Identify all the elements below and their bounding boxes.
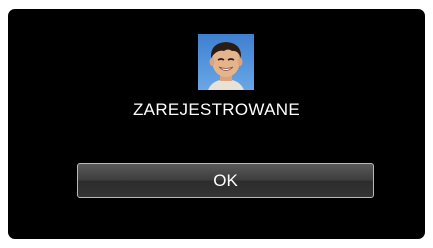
- registration-message: ZAREJESTROWANE: [133, 100, 300, 119]
- ok-button-label: OK: [213, 170, 238, 190]
- ok-button[interactable]: OK: [77, 163, 374, 198]
- camera-screen: ZAREJESTROWANE OK: [8, 9, 425, 239]
- registered-face-thumbnail-icon: [198, 34, 254, 90]
